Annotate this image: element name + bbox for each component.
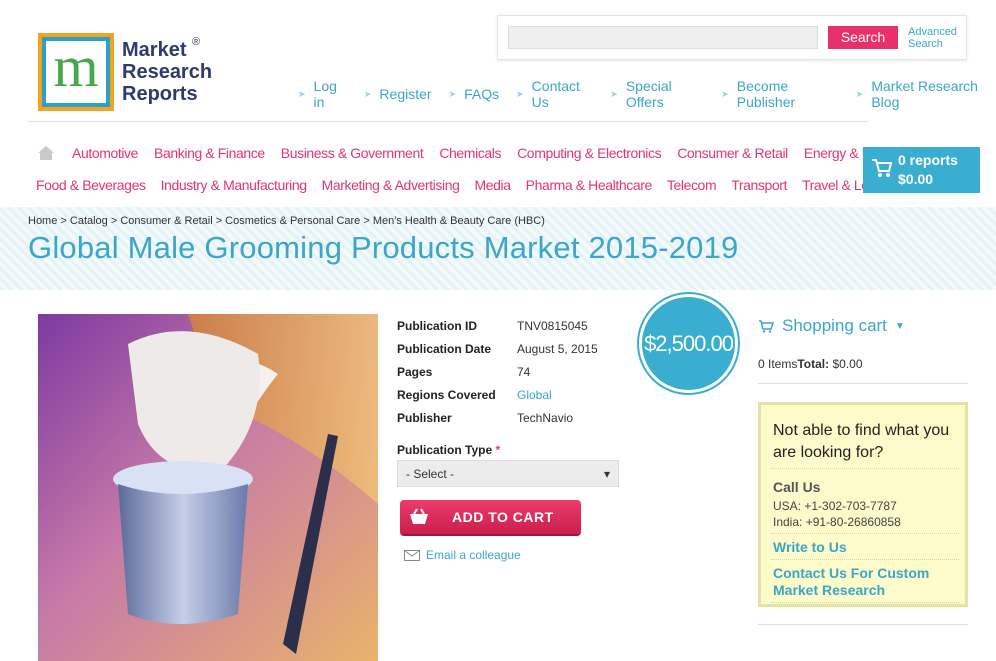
detail-row: Publication ID TNV0815045 (397, 315, 598, 338)
arrow-icon: ➤ (448, 88, 457, 99)
category-nav-item[interactable]: Consumer & Retail (677, 145, 788, 161)
chevron-down-icon: ▼ (894, 320, 905, 332)
category-nav-item[interactable]: Media (474, 177, 511, 193)
top-link[interactable]: ➤ Special Offers (610, 78, 704, 110)
custom-research-link[interactable]: Contact Us For Custom Market Research (773, 565, 963, 599)
cart-summary: 0 ItemsTotal: $0.00 (758, 357, 863, 371)
envelope-icon (404, 549, 420, 561)
detail-value: August 5, 2015 (517, 342, 598, 356)
detail-value[interactable]: Global (517, 384, 552, 407)
add-to-cart-button[interactable]: ADD TO CART (400, 500, 581, 534)
email-colleague-link[interactable]: Email a colleague (404, 548, 521, 562)
search-input[interactable] (508, 26, 818, 49)
detail-label: Publisher (397, 411, 452, 425)
arrow-icon: ➤ (516, 88, 524, 99)
category-nav-row-1: Automotive Banking & Finance Business & Go… (72, 145, 904, 161)
help-question: Not able to find what you are looking fo… (773, 422, 950, 461)
category-nav-item[interactable]: Business & Government (281, 145, 424, 161)
help-box: Not able to find what you are looking fo… (758, 402, 968, 607)
arrow-icon: ➤ (298, 88, 306, 99)
top-link[interactable]: ➤ Log in (298, 78, 347, 110)
top-link[interactable]: ➤ Market Research Blog (856, 78, 996, 110)
detail-row: Regions Covered Global (397, 384, 598, 407)
category-nav-item[interactable]: Computing & Electronics (517, 145, 661, 161)
category-nav-item[interactable]: Telecom (667, 177, 717, 193)
category-nav-item[interactable]: Automotive (72, 145, 138, 161)
cart-amount: $0.00 (898, 171, 934, 187)
usa-phone: USA: +1-302-703-7787 (773, 499, 897, 513)
detail-label: Publication Date (397, 342, 492, 356)
detail-label: Publication ID (397, 319, 478, 333)
detail-row: Publisher TechNavio (397, 407, 598, 430)
publication-details: Publication ID TNV0815045 Publication Date… (397, 315, 598, 430)
write-to-us-link[interactable]: Write to Us (773, 539, 847, 555)
cart-report-count: 0 reports (898, 152, 958, 168)
top-link[interactable]: ➤ FAQs (449, 78, 500, 110)
detail-row: Publication Date August 5, 2015 (397, 338, 598, 361)
category-nav-item[interactable]: Pharma & Healthcare (526, 177, 653, 193)
arrow-icon: ➤ (610, 88, 618, 99)
basket-icon (400, 500, 438, 534)
advanced-search-link[interactable]: Advanced Search (908, 26, 966, 50)
logo-text: Market Research Reports ® (122, 36, 212, 105)
logo-mark: m (38, 33, 114, 111)
home-icon[interactable] (37, 145, 55, 161)
detail-value: TechNavio (517, 411, 574, 425)
top-link[interactable]: ➤ Register (364, 78, 432, 110)
call-us-heading: Call Us (773, 479, 821, 495)
detail-label: Regions Covered (397, 388, 496, 402)
breadcrumb[interactable]: Home > Catalog > Consumer & Retail > Cos… (28, 215, 545, 227)
category-nav-item[interactable]: Marketing & Advertising (322, 177, 460, 193)
page-title: Global Male Grooming Products Market 201… (28, 230, 739, 265)
divider (758, 624, 968, 625)
top-links: ➤ Log in ➤ Register ➤ FAQs ➤ Contact Us ➤ Special… (298, 78, 996, 110)
detail-label: Pages (397, 365, 433, 379)
site-logo[interactable]: m Market Research Reports ® (38, 33, 218, 113)
india-phone: India: +91-80-26860858 (773, 515, 901, 529)
dropdown-arrow-icon: ▾ (603, 467, 610, 481)
category-nav-item[interactable]: Food & Beverages (36, 177, 146, 193)
category-nav-row-2: Food & Beverages Industry & Manufacturing… (36, 177, 897, 193)
publication-type-label: Publication Type * (397, 443, 501, 457)
top-link[interactable]: ➤ Contact Us (516, 78, 593, 110)
category-nav-item[interactable]: Chemicals (439, 145, 501, 161)
arrow-icon: ➤ (721, 88, 729, 99)
product-image (38, 314, 378, 661)
detail-value: 74 (517, 365, 531, 379)
top-link[interactable]: ➤ Become Publisher (721, 78, 839, 110)
publication-type-select[interactable]: - Select - ▾ (397, 460, 619, 487)
search-panel: Search Advanced Search (497, 15, 967, 60)
detail-value: TNV0815045 (517, 319, 588, 333)
mini-cart[interactable]: 0 reports $0.00 (863, 147, 980, 193)
arrow-icon: ➤ (855, 88, 864, 99)
category-nav-item[interactable]: Transport (731, 177, 787, 193)
cart-icon (872, 159, 893, 177)
price-badge: $2,500.00 (639, 294, 738, 393)
shopping-cart-header[interactable]: Shopping cart ▼ (758, 316, 905, 336)
registered-mark: ® (192, 36, 201, 48)
category-nav-item[interactable]: Industry & Manufacturing (161, 177, 307, 193)
detail-row: Pages 74 (397, 361, 598, 384)
cart-icon (759, 319, 774, 333)
arrow-icon: ➤ (363, 88, 372, 99)
category-nav-item[interactable]: Banking & Finance (154, 145, 265, 161)
search-button[interactable]: Search (828, 26, 898, 49)
divider (758, 383, 968, 384)
nav-divider (28, 121, 868, 122)
